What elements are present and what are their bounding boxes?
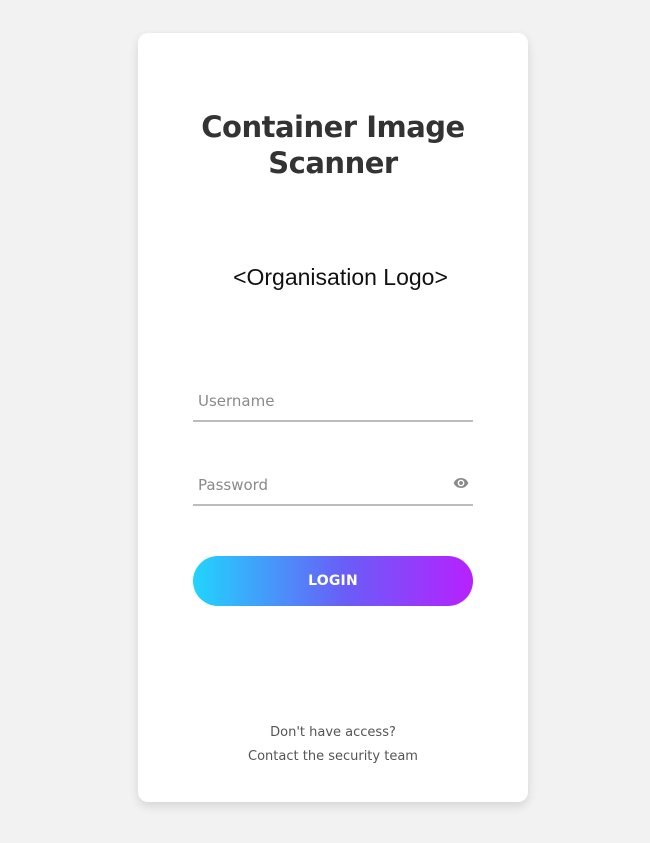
username-input[interactable] <box>198 388 438 414</box>
contact-security-link[interactable]: Contact the security team <box>138 749 528 764</box>
login-card: Container Image Scanner <Organisation Lo… <box>138 33 528 802</box>
login-button[interactable]: LOGIN <box>193 556 473 606</box>
password-input[interactable] <box>198 472 438 498</box>
no-access-text: Don't have access? <box>270 725 396 740</box>
password-field-wrapper <box>193 464 473 506</box>
page-title: Container Image Scanner <box>201 110 465 180</box>
username-field-wrapper <box>193 380 473 422</box>
organisation-logo: <Organisation Logo> <box>233 264 448 290</box>
eye-icon[interactable] <box>452 475 470 491</box>
